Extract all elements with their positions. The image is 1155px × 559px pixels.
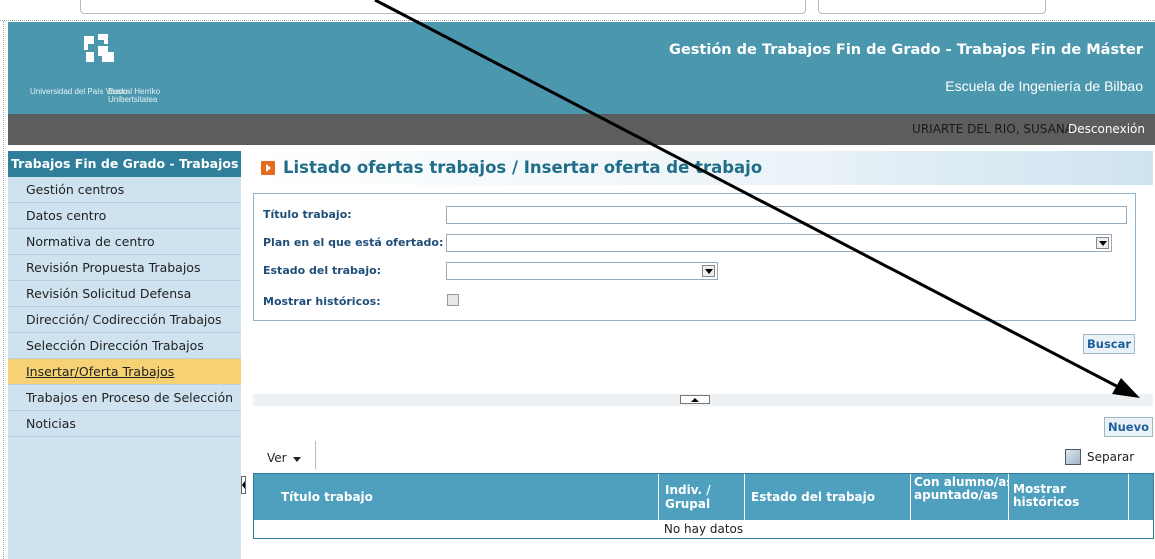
column-header-mostrar-historicos[interactable]: Mostrar históricos [1009, 474, 1129, 520]
sidebar-section-title[interactable]: Trabajos Fin de Grado - Trabajos Fin de … [8, 151, 241, 177]
page-title: Listado ofertas trabajos / Insertar ofer… [283, 158, 763, 177]
page-header: Listado ofertas trabajos / Insertar ofer… [253, 151, 1153, 185]
view-menu[interactable]: Ver [267, 451, 287, 465]
estado-select[interactable] [446, 262, 718, 280]
filter-panel: Título trabajo: Plan en el que está ofer… [253, 193, 1136, 321]
sidebar-item-direccion-codireccion[interactable]: Dirección/ Codirección Trabajos [8, 307, 241, 333]
school-name: Escuela de Ingeniería de Bilbao [945, 78, 1143, 94]
sidebar-item-normativa-centro[interactable]: Normativa de centro [8, 229, 241, 255]
top-field-1 [80, 0, 806, 14]
browser-top-strip [0, 0, 1155, 21]
column-header-label: Con alumno/as apuntado/as [914, 475, 1009, 502]
header-banner: Universidad del País Vasco Euskal Herrik… [8, 22, 1155, 114]
detach-button[interactable]: Separar [1087, 450, 1134, 464]
sidebar-collapse-handle[interactable] [241, 476, 246, 494]
estado-label: Estado del trabajo: [263, 264, 382, 277]
chevron-down-icon[interactable] [1096, 237, 1109, 249]
sidebar-item-proceso-seleccion[interactable]: Trabajos en Proceso de Selección [8, 385, 241, 411]
sidebar: Trabajos Fin de Grado - Trabajos Fin de … [8, 151, 241, 559]
sidebar-item-insertar-oferta[interactable]: Insertar/Oferta Trabajos [8, 359, 241, 385]
university-logo: Universidad del País Vasco Euskal Herrik… [28, 32, 168, 104]
chevron-down-icon[interactable] [702, 265, 715, 277]
search-button[interactable]: Buscar [1083, 334, 1136, 354]
empty-grid-message: No hay datos [663, 522, 744, 536]
historicos-label: Mostrar históricos: [263, 295, 381, 308]
main-content: Listado ofertas trabajos / Insertar ofer… [253, 145, 1155, 559]
titulo-label: Título trabajo: [263, 208, 352, 221]
sidebar-item-revision-propuesta[interactable]: Revisión Propuesta Trabajos [8, 255, 241, 281]
new-button[interactable]: Nuevo [1104, 417, 1154, 437]
app-title: Gestión de Trabajos Fin de Grado - Traba… [669, 42, 1143, 58]
panel-splitter [253, 394, 1153, 406]
caret-down-icon[interactable] [293, 457, 301, 462]
chevron-right-icon [261, 161, 275, 175]
column-header-label: Estado del trabajo [751, 490, 876, 504]
column-header-estado[interactable]: Estado del trabajo [745, 474, 911, 520]
university-logo-icon [84, 34, 114, 62]
detach-icon[interactable] [1065, 449, 1081, 465]
column-header-con-alumno[interactable]: Con alumno/as apuntado/as [911, 474, 1009, 520]
logout-link[interactable]: Desconexión [1068, 122, 1145, 136]
sidebar-item-revision-solicitud[interactable]: Revisión Solicitud Defensa [8, 281, 241, 307]
column-header-label: Indiv. / Grupal [665, 483, 711, 511]
sidebar-item-noticias[interactable]: Noticias [8, 411, 241, 437]
column-header-indiv-grupal[interactable]: Indiv. / Grupal [659, 474, 745, 520]
column-header-label: Título trabajo [281, 490, 373, 504]
sidebar-item-seleccion-direccion[interactable]: Selección Dirección Trabajos [8, 333, 241, 359]
user-bar: URIARTE DEL RIO, SUSANA Desconexión [8, 114, 1155, 145]
grid-header: Título trabajo Indiv. / Grupal Estado de… [254, 474, 1153, 520]
plan-label: Plan en el que está ofertado: [263, 236, 444, 249]
results-grid: Título trabajo Indiv. / Grupal Estado de… [253, 473, 1154, 539]
plan-select[interactable] [446, 234, 1112, 252]
user-name: URIARTE DEL RIO, SUSANA [912, 122, 1073, 136]
logo-text-eu: Euskal Herriko Unibertsitatea [108, 87, 161, 104]
top-field-2 [818, 0, 1046, 14]
column-header-label: Mostrar históricos [1013, 482, 1080, 509]
sidebar-item-gestion-centros[interactable]: Gestión centros [8, 177, 241, 203]
collapse-up-icon[interactable] [680, 395, 710, 404]
column-header-titulo[interactable]: Título trabajo [254, 474, 659, 520]
grid-toolbar: Ver Separar [253, 441, 1153, 471]
toolbar-divider [315, 441, 316, 469]
titulo-input[interactable] [446, 206, 1127, 224]
historicos-checkbox[interactable] [447, 294, 459, 306]
sidebar-item-datos-centro[interactable]: Datos centro [8, 203, 241, 229]
